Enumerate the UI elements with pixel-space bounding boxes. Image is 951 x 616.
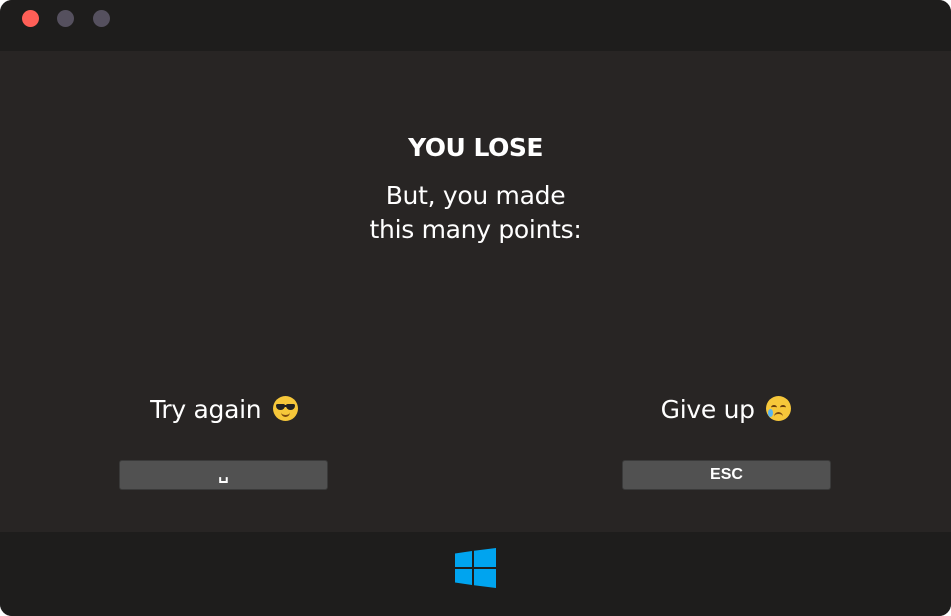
space-key-button[interactable]: ␣ — [119, 460, 328, 490]
try-again-option: Try again — [74, 395, 374, 424]
esc-key-button[interactable]: ESC — [622, 460, 831, 490]
game-over-screen: YOU LOSE But, you made this many points:… — [0, 51, 951, 532]
score-caption-line-1: But, you made — [385, 181, 566, 210]
game-over-headline: YOU LOSE — [408, 133, 543, 162]
smiling-face-with-sunglasses-icon — [272, 396, 298, 421]
taskbar — [0, 532, 951, 616]
app-window: YOU LOSE But, you made this many points:… — [0, 0, 951, 616]
minimize-window-button[interactable] — [57, 10, 74, 27]
try-again-label: Try again — [150, 395, 262, 424]
close-window-button[interactable] — [22, 10, 39, 27]
windows-logo-icon[interactable] — [455, 548, 496, 588]
crying-face-icon — [766, 396, 792, 421]
give-up-option: Give up — [576, 395, 876, 424]
give-up-label: Give up — [660, 395, 755, 424]
title-bar — [0, 0, 951, 51]
score-caption-line-2: this many points: — [369, 215, 582, 244]
maximize-window-button[interactable] — [93, 10, 110, 27]
